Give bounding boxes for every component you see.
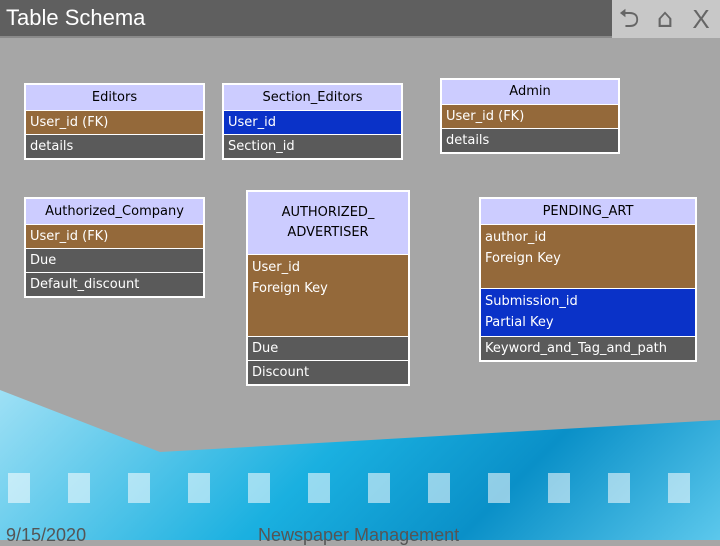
table-field: Keyword_and_Tag_and_path xyxy=(481,337,695,360)
table-title-line: AUTHORIZED_ xyxy=(281,205,375,220)
table-field: User_id (FK) xyxy=(26,111,203,134)
field-text: User_id (FK) xyxy=(446,109,525,124)
field-text: Submission_id xyxy=(485,294,578,309)
table-header: Authorized_Company xyxy=(26,199,203,224)
table-title: Authorized_Company xyxy=(45,203,184,219)
table-field: User_id Foreign Key xyxy=(248,255,408,336)
field-text: Foreign Key xyxy=(252,281,328,296)
table-field: details xyxy=(26,135,203,158)
table-title: Section_Editors xyxy=(262,89,363,105)
table-field: User_id (FK) xyxy=(26,225,203,248)
table-section-editors: Section_Editors User_id Section_id xyxy=(222,83,403,160)
table-pending-art: PENDING_ART author_id Foreign Key Submissio… xyxy=(479,197,697,362)
footer-title: Newspaper Management xyxy=(258,525,460,545)
table-field: User_id (FK) xyxy=(442,105,618,128)
table-header: Section_Editors xyxy=(224,85,401,110)
table-title-line: ADVERTISER xyxy=(287,225,369,240)
table-editors: Editors User_id (FK) details xyxy=(24,83,205,160)
field-text: details xyxy=(30,139,74,154)
nav-buttons: ⮌ ⌂ X xyxy=(612,0,720,38)
table-field: author_id Foreign Key xyxy=(481,225,695,288)
field-text: User_id xyxy=(252,260,300,275)
table-field: Default_discount xyxy=(26,273,203,296)
table-header: PENDING_ART xyxy=(481,199,695,224)
field-text: Foreign Key xyxy=(485,251,561,266)
field-text: Due xyxy=(30,253,57,268)
field-text: Discount xyxy=(252,365,310,380)
field-text: Default_discount xyxy=(30,277,140,292)
table-header: Admin xyxy=(442,80,618,104)
table-authorized-company: Authorized_Company User_id (FK) Due Default… xyxy=(24,197,205,298)
table-authorized-advertiser: AUTHORIZED_ ADVERTISER User_id Foreign Key D… xyxy=(246,190,410,386)
table-title: PENDING_ART xyxy=(542,203,634,219)
table-field: Section_id xyxy=(224,135,401,158)
field-text: Keyword_and_Tag_and_path xyxy=(485,341,667,356)
table-field: details xyxy=(442,129,618,152)
field-text: Section_id xyxy=(228,139,295,154)
table-field: Due xyxy=(248,337,408,360)
field-text: User_id (FK) xyxy=(30,229,109,244)
field-text: User_id xyxy=(228,115,276,130)
back-icon[interactable]: ⮌ xyxy=(614,4,644,34)
table-field: User_id xyxy=(224,111,401,134)
table-header: AUTHORIZED_ ADVERTISER xyxy=(248,192,408,254)
field-text: Due xyxy=(252,341,279,356)
field-text: author_id xyxy=(485,230,547,245)
table-header: Editors xyxy=(26,85,203,110)
table-title: Editors xyxy=(91,89,138,105)
decorative-background xyxy=(0,390,720,540)
field-text: Partial Key xyxy=(485,315,554,330)
footer-date: 9/15/2020 xyxy=(6,525,87,545)
close-icon[interactable]: X xyxy=(686,4,716,34)
table-title: Admin xyxy=(509,84,551,99)
title-bar: Table Schema ⮌ ⌂ X xyxy=(0,0,720,38)
page-title: Table Schema xyxy=(6,5,146,30)
field-text: details xyxy=(446,133,490,148)
home-icon[interactable]: ⌂ xyxy=(650,4,680,34)
table-field: Submission_id Partial Key xyxy=(481,289,695,336)
table-field: Due xyxy=(26,249,203,272)
table-admin: Admin User_id (FK) details xyxy=(440,78,620,154)
field-text: User_id (FK) xyxy=(30,115,109,130)
table-field: Discount xyxy=(248,361,408,384)
